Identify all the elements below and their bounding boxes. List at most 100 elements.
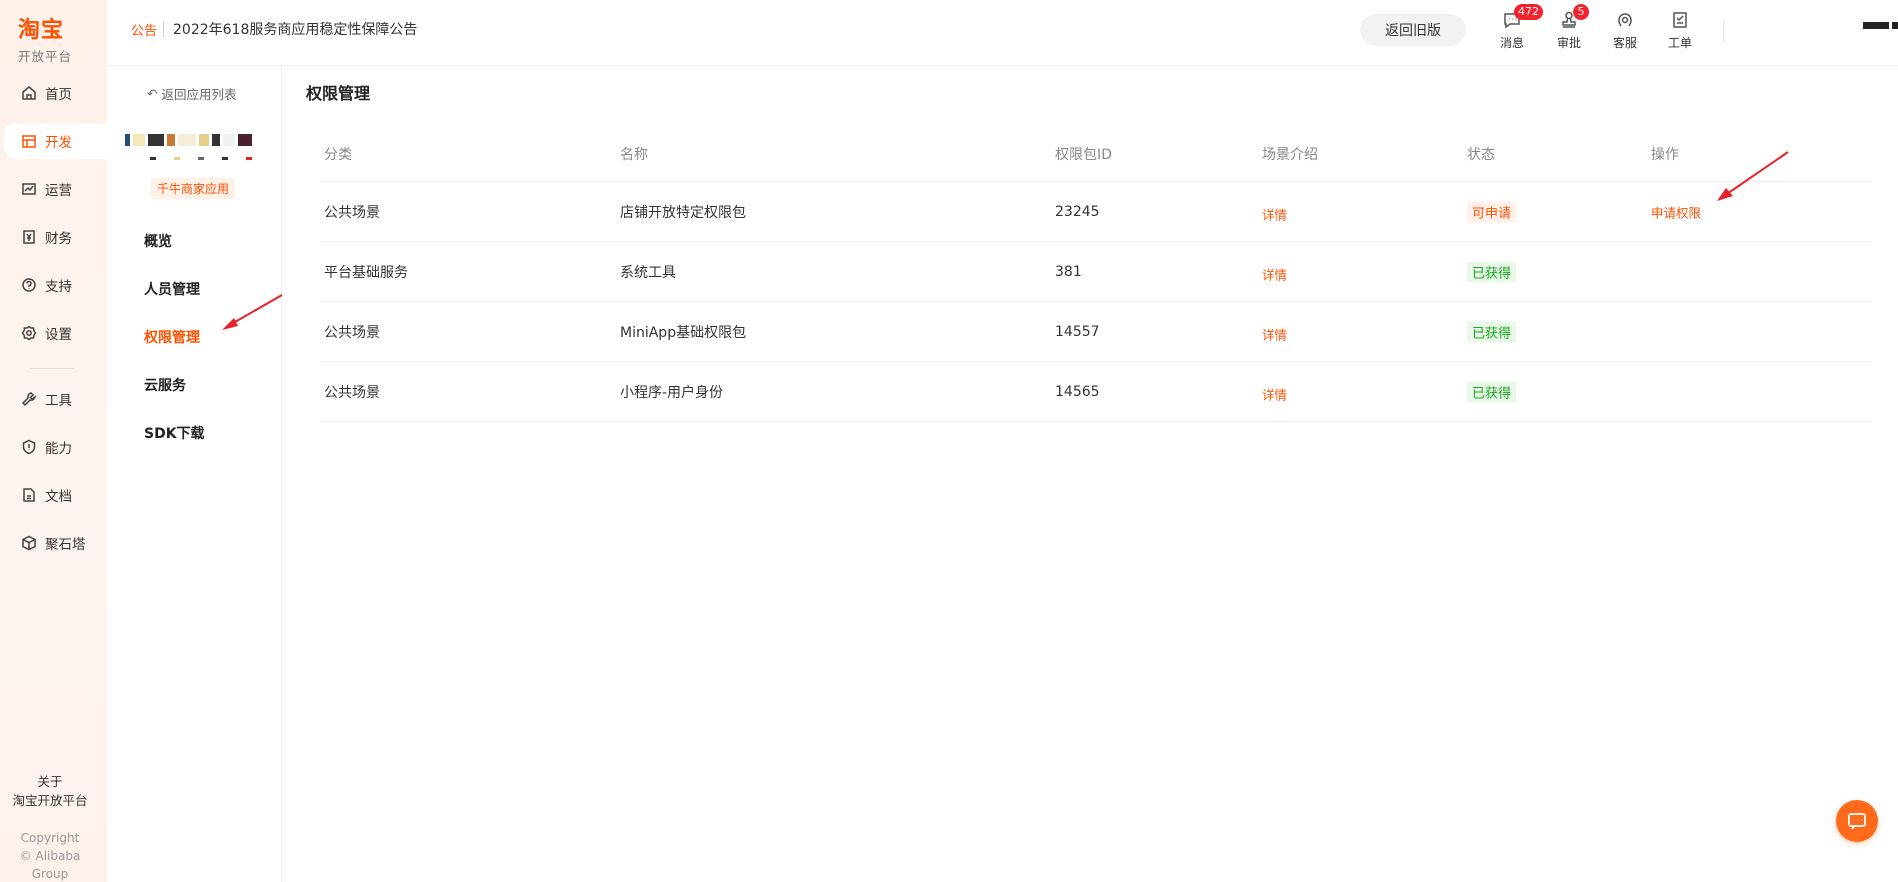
approval-button[interactable]: 5 审批: [1547, 4, 1591, 51]
about-line-2: 淘宝开放平台: [12, 793, 88, 808]
app-type-tag: 千牛商家应用: [151, 178, 236, 199]
name-cell: MiniApp基础权限包: [620, 324, 747, 341]
detail-link[interactable]: 详情: [1262, 324, 1287, 343]
nav-item-tools[interactable]: 工具: [4, 381, 107, 417]
messages-badge: 472: [1514, 4, 1543, 20]
store-icon: [22, 135, 36, 148]
name-cell: 店铺开放特定权限包: [620, 204, 746, 221]
tool-label: 消息: [1499, 36, 1524, 50]
home-icon: [22, 86, 36, 100]
column-header: 权限包ID: [1055, 146, 1112, 163]
table-header: 分类 名称 权限包ID 场景介绍 状态 操作: [320, 126, 1872, 182]
about-line-1: 关于: [37, 774, 63, 789]
table-row: 公共场景 小程序-用户身份 14565 详情 已获得: [320, 362, 1872, 422]
top-bar: 公告 2022年618服务商应用稳定性保障公告 返回旧版 472 消息 5 审批…: [107, 0, 1898, 66]
copyright-line-2: © Alibaba Group: [19, 849, 81, 881]
category-cell: 平台基础服务: [324, 264, 408, 281]
status-badge: 已获得: [1467, 321, 1517, 342]
nav-item-settings[interactable]: 设置: [4, 315, 107, 351]
notice-tag: 公告: [131, 24, 158, 39]
annotation-arrow-right: [1717, 151, 1789, 201]
logo-subtitle: 开放平台: [18, 49, 73, 64]
detail-link[interactable]: 详情: [1262, 264, 1287, 283]
help-icon: [22, 278, 36, 292]
approval-badge: 5: [1573, 4, 1589, 20]
package-id-cell: 14565: [1055, 383, 1100, 400]
status-badge: 已获得: [1467, 381, 1517, 402]
tool-label: 工单: [1667, 36, 1692, 50]
category-cell: 公共场景: [324, 204, 380, 221]
table-row: 公共场景 店铺开放特定权限包 23245 详情 可申请 申请权限: [320, 182, 1872, 242]
apply-permission-link[interactable]: 申请权限: [1651, 202, 1701, 221]
permission-table: 分类 名称 权限包ID 场景介绍 状态 操作 公共场景 店铺开放特定权限包 23…: [320, 126, 1872, 422]
status-badge: 可申请: [1467, 201, 1517, 222]
chart-icon: [22, 183, 36, 195]
subnav-item-overview[interactable]: 概览: [144, 231, 172, 251]
subnav-item-cloud-service[interactable]: 云服务: [144, 375, 186, 395]
package-id-cell: 14557: [1055, 323, 1100, 340]
back-to-app-list-label: 返回应用列表: [161, 87, 237, 102]
nav-item-label: 聚石塔: [45, 537, 86, 553]
back-to-old-version-button[interactable]: 返回旧版: [1360, 14, 1466, 46]
nav-item-label: 开发: [45, 135, 72, 151]
nav-item-label: 首页: [45, 87, 72, 103]
logo-title: 淘宝: [18, 18, 65, 43]
top-divider: [1723, 20, 1724, 42]
headset-icon: [1618, 13, 1632, 27]
nav-item-develop[interactable]: 开发: [4, 123, 107, 159]
customer-service-button[interactable]: 客服: [1603, 10, 1647, 51]
nav-item-finance[interactable]: 财务: [4, 219, 107, 255]
table-row: 公共场景 MiniApp基础权限包 14557 详情 已获得: [320, 302, 1872, 362]
detail-link[interactable]: 详情: [1262, 384, 1287, 403]
taobao-logo[interactable]: 淘宝 开放平台: [18, 12, 72, 65]
package-id-cell: 381: [1055, 263, 1082, 280]
chat-float-button[interactable]: [1836, 800, 1878, 842]
notice-link[interactable]: 2022年618服务商应用稳定性保障公告: [173, 19, 417, 39]
nav-item-label: 能力: [45, 441, 72, 457]
nav-item-capability[interactable]: 能力: [4, 429, 107, 465]
package-id-cell: 23245: [1055, 203, 1100, 220]
wrench-icon: [21, 392, 37, 407]
yen-icon: [23, 230, 35, 244]
column-header: 场景介绍: [1262, 146, 1318, 163]
user-menu[interactable]: ⌄: [1863, 18, 1898, 32]
subnav-item-permissions[interactable]: 权限管理: [144, 327, 200, 347]
category-cell: 公共场景: [324, 324, 380, 341]
doc-icon: [23, 488, 35, 502]
cube-icon: [22, 535, 36, 551]
nav-item-home[interactable]: 首页: [4, 75, 107, 111]
redacted-username: [1863, 21, 1889, 29]
nav-item-label: 工具: [45, 393, 72, 409]
app-sidebar: ↶ 返回应用列表 千牛商家应用 概览 人员管理 权限管理 云服务 SDK下载: [107, 66, 282, 882]
annotation-arrow-left: [222, 294, 283, 330]
messages-button[interactable]: 472 消息: [1490, 4, 1543, 51]
global-sidebar: 淘宝 开放平台 首页 开发 运营 财务 支持 设置 工具 能力 文档 聚石塔 关…: [0, 0, 107, 882]
column-header: 分类: [324, 146, 352, 163]
table-row: 平台基础服务 系统工具 381 详情 已获得: [320, 242, 1872, 302]
nav-item-jushita[interactable]: 聚石塔: [4, 525, 107, 561]
name-cell: 系统工具: [620, 264, 676, 281]
about-link[interactable]: 关于 淘宝开放平台: [0, 772, 100, 810]
shield-icon: [22, 439, 36, 455]
column-header: 操作: [1651, 146, 1679, 163]
subnav-item-members[interactable]: 人员管理: [144, 279, 200, 299]
nav-item-label: 运营: [45, 183, 72, 199]
main-content: 权限管理 分类 名称 权限包ID 场景介绍 状态 操作 公共场景 店铺开放特定权…: [283, 66, 1898, 882]
chat-icon: [1848, 813, 1866, 830]
back-to-app-list-link[interactable]: ↶ 返回应用列表: [147, 84, 237, 103]
copyright-line-1: Copyright: [20, 831, 80, 845]
category-cell: 公共场景: [324, 384, 380, 401]
nav-item-operate[interactable]: 运营: [4, 171, 107, 207]
nav-item-label: 文档: [45, 489, 72, 505]
ticket-icon: [1673, 12, 1687, 28]
detail-link[interactable]: 详情: [1262, 204, 1287, 223]
nav-item-label: 设置: [45, 327, 72, 343]
name-cell: 小程序-用户身份: [620, 384, 724, 401]
subnav-item-sdk-download[interactable]: SDK下载: [144, 423, 205, 443]
copyright: Copyright © Alibaba Group: [0, 829, 100, 882]
page-title: 权限管理: [306, 84, 371, 103]
work-order-button[interactable]: 工单: [1658, 10, 1702, 51]
tool-label: 审批: [1556, 36, 1581, 50]
nav-item-docs[interactable]: 文档: [4, 477, 107, 513]
nav-item-support[interactable]: 支持: [4, 267, 107, 303]
